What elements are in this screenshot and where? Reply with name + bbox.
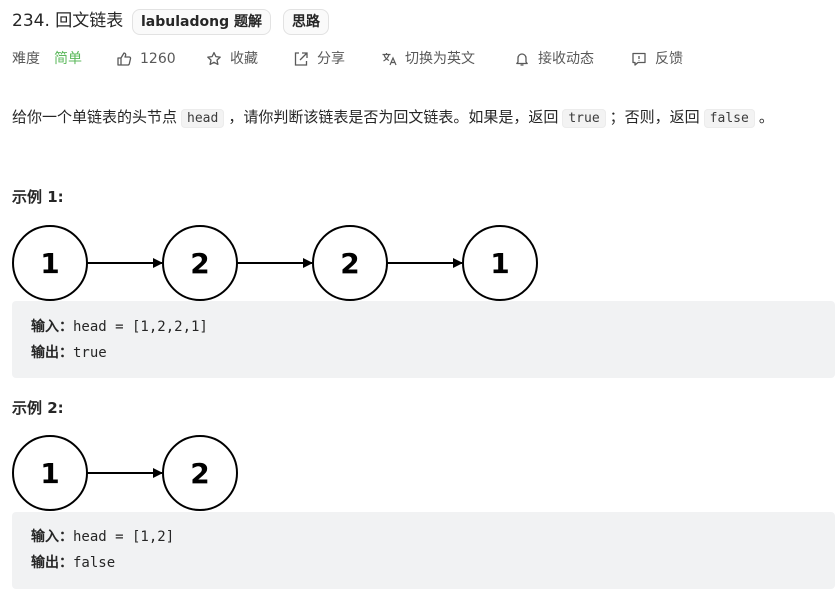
translate-label: 切换为英文: [405, 51, 475, 67]
favorite-button[interactable]: 收藏: [206, 48, 258, 70]
like-count: 1260: [140, 51, 176, 67]
thumbs-up-icon: [117, 52, 132, 66]
difficulty: 难度 简单: [12, 48, 82, 70]
list-node-value: 1: [490, 247, 509, 280]
example-1-output: 输出：true: [31, 342, 107, 364]
feedback-button[interactable]: 反馈: [631, 48, 683, 70]
problem-description: 给你一个单链表的头节点 head ，请你判断该链表是否为回文链表。如果是，返回 tru…: [12, 106, 774, 130]
input-value: head = [1,2]: [73, 529, 175, 545]
desc-text-1: 给你一个单链表的头节点: [12, 108, 178, 126]
input-value: head = [1,2,2,1]: [73, 319, 208, 335]
share-icon: [294, 52, 308, 66]
bell-icon: [516, 53, 528, 66]
output-value: true: [73, 345, 107, 361]
input-label: 输入：: [31, 529, 73, 545]
example-2-input: 输入：head = [1,2]: [31, 526, 174, 548]
list-node-value: 1: [40, 247, 59, 280]
desc-text-4: 。: [758, 108, 774, 126]
example-1-input: 输入：head = [1,2,2,1]: [31, 316, 208, 338]
tag-labuladong[interactable]: labuladong 题解: [132, 9, 271, 35]
notify-label: 接收动态: [538, 51, 594, 67]
like-button[interactable]: 1260: [116, 48, 176, 70]
share-button[interactable]: 分享: [293, 48, 345, 70]
desc-text-3: ；否则，返回: [609, 108, 700, 126]
notify-button[interactable]: 接收动态: [514, 48, 594, 70]
example-2-io-block: 输入：head = [1,2] 输出：false: [12, 512, 835, 589]
difficulty-value: 简单: [54, 51, 82, 67]
feedback-label: 反馈: [655, 51, 683, 67]
tag-hint[interactable]: 思路: [283, 9, 329, 35]
example-1-io-block: 输入：head = [1,2,2,1] 输出：true: [12, 301, 835, 378]
output-label: 输出：: [31, 555, 73, 571]
feedback-icon: [632, 52, 646, 66]
output-label: 输出：: [31, 345, 73, 361]
example-2-heading: 示例 2:: [12, 399, 64, 417]
translate-icon: [382, 53, 397, 66]
list-node-value: 2: [190, 247, 209, 280]
list-node-value: 1: [40, 457, 59, 490]
desc-text-2: ，请你判断该链表是否为回文链表。如果是，返回: [228, 108, 559, 126]
code-true: true: [562, 109, 606, 128]
example-2-diagram: 12: [12, 435, 238, 511]
example-1-heading: 示例 1:: [12, 188, 64, 206]
translate-button[interactable]: 切换为英文: [381, 48, 475, 70]
example-1-diagram: 1 2 2 1: [12, 225, 538, 301]
code-false: false: [703, 109, 755, 128]
star-icon: [207, 51, 221, 66]
list-node-value: 2: [190, 457, 209, 490]
example-2-output: 输出：false: [31, 552, 115, 574]
list-node-value: 2: [340, 247, 359, 280]
share-label: 分享: [317, 51, 345, 67]
problem-title: 234. 回文链表: [12, 11, 124, 31]
favorite-label: 收藏: [230, 51, 258, 67]
difficulty-label: 难度: [12, 51, 40, 67]
code-head: head: [181, 109, 225, 128]
output-value: false: [73, 555, 116, 571]
input-label: 输入：: [31, 319, 73, 335]
